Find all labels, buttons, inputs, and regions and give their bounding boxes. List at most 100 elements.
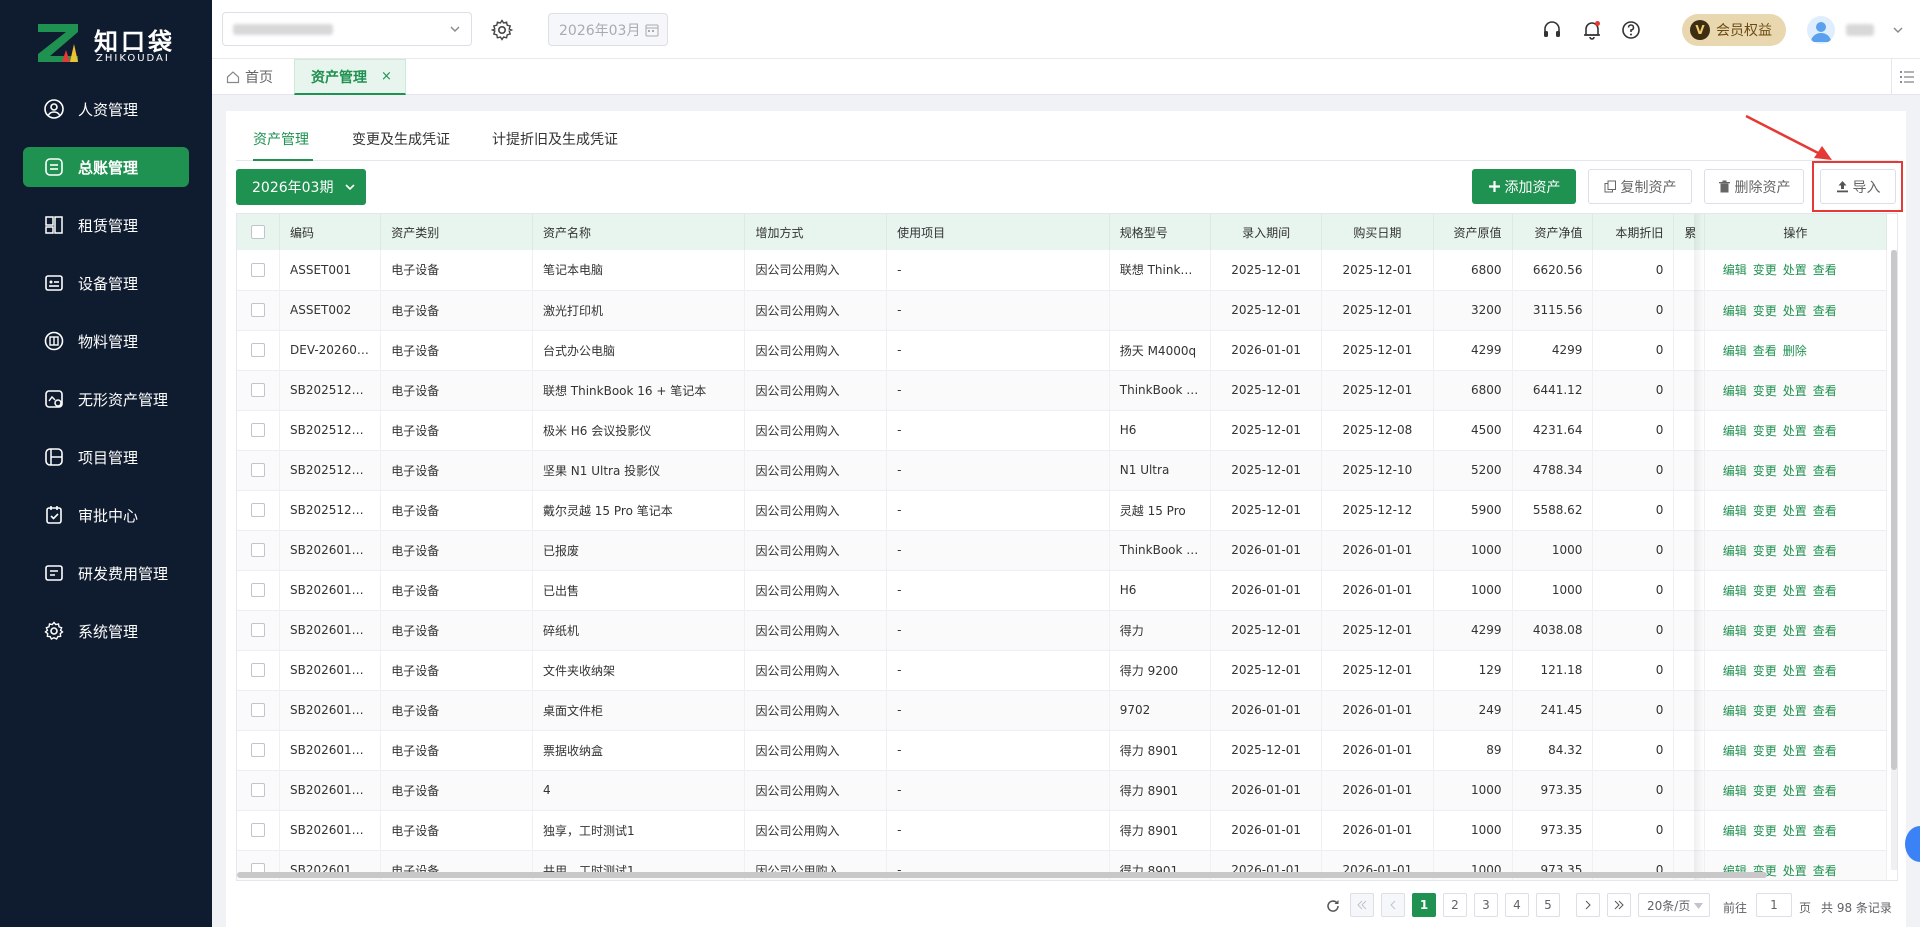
- sidebar-item-approval[interactable]: 审批中心: [23, 495, 189, 535]
- goto-page-input[interactable]: 1: [1756, 893, 1792, 917]
- row-checkbox[interactable]: [237, 730, 280, 771]
- row-action-link[interactable]: 处置: [1783, 584, 1807, 598]
- row-action-link[interactable]: 处置: [1783, 424, 1807, 438]
- column-header-code[interactable]: 编码: [279, 214, 382, 250]
- row-action-link[interactable]: 变更: [1753, 424, 1777, 438]
- select-all-checkbox[interactable]: [237, 214, 280, 250]
- first-page-button[interactable]: [1350, 893, 1374, 917]
- row-checkbox[interactable]: [237, 690, 280, 731]
- add-asset-button[interactable]: 添加资产: [1472, 169, 1576, 204]
- row-action-link[interactable]: 查看: [1813, 584, 1837, 598]
- row-action-link[interactable]: 处置: [1783, 824, 1807, 838]
- tab-asset-management[interactable]: 资产管理 ×: [294, 59, 406, 95]
- help-question-icon[interactable]: [1620, 19, 1642, 41]
- row-action-link[interactable]: 查看: [1813, 744, 1837, 758]
- membership-benefits-button[interactable]: V 会员权益: [1682, 14, 1786, 46]
- row-checkbox[interactable]: [237, 450, 280, 491]
- sidebar-item-lease[interactable]: 租赁管理: [23, 205, 189, 245]
- row-action-link[interactable]: 处置: [1783, 504, 1807, 518]
- page-number-button[interactable]: 5: [1536, 893, 1560, 917]
- row-action-link[interactable]: 查看: [1813, 664, 1837, 678]
- table-row[interactable]: ASSET002 电子设备 激光打印机 因公司公用购入 - 2025-12-01 2025-…: [237, 290, 1888, 331]
- prev-page-button[interactable]: [1381, 893, 1405, 917]
- row-action-link[interactable]: 处置: [1783, 624, 1807, 638]
- table-row[interactable]: SB20260104... 电子设备 票据收纳盒 因公司公用购入 - 得力 8901 202…: [237, 730, 1888, 771]
- row-action-link[interactable]: 处置: [1783, 464, 1807, 478]
- table-row[interactable]: SB20251225... 电子设备 坚果 N1 Ultra 投影仪 因公司公用购入 -…: [237, 450, 1888, 491]
- row-action-link[interactable]: 变更: [1753, 544, 1777, 558]
- table-row[interactable]: SB20260104... 电子设备 文件夹收纳架 因公司公用购入 - 得力 9200 20…: [237, 650, 1888, 691]
- sidebar-item-project[interactable]: 项目管理: [23, 437, 189, 477]
- subtab-change-voucher[interactable]: 变更及生成凭证: [352, 129, 450, 149]
- row-action-link[interactable]: 处置: [1783, 664, 1807, 678]
- row-action-link[interactable]: 编辑: [1723, 784, 1747, 798]
- row-action-link[interactable]: 变更: [1753, 464, 1777, 478]
- row-checkbox[interactable]: [237, 290, 280, 331]
- table-row[interactable]: SB20260104... 电子设备 已出售 因公司公用购入 - H6 2026-01-01…: [237, 570, 1888, 611]
- row-action-link[interactable]: 编辑: [1723, 704, 1747, 718]
- row-action-link[interactable]: 处置: [1783, 304, 1807, 318]
- subtab-asset-management[interactable]: 资产管理: [253, 129, 309, 149]
- column-header-project[interactable]: 使用项目: [886, 214, 1110, 250]
- row-action-link[interactable]: 查看: [1813, 544, 1837, 558]
- table-row[interactable]: SB20260104... 电子设备 碎纸机 因公司公用购入 - 得力 2025-12-01…: [237, 610, 1888, 651]
- table-row[interactable]: SB20260104... 电子设备 已报废 因公司公用购入 - ThinkBook 1.…: [237, 530, 1888, 571]
- row-action-link[interactable]: 查看: [1813, 704, 1837, 718]
- chat-support-bubble[interactable]: [1905, 826, 1920, 862]
- vertical-scrollbar-thumb[interactable]: [1891, 250, 1897, 770]
- copy-asset-button[interactable]: 复制资产: [1588, 169, 1692, 204]
- table-row[interactable]: SB20251225... 电子设备 联想 ThinkBook 16 + 笔记本 因公…: [237, 370, 1888, 411]
- column-header-model[interactable]: 规格型号: [1109, 214, 1211, 250]
- row-action-link[interactable]: 变更: [1753, 664, 1777, 678]
- row-action-link[interactable]: 查看: [1813, 304, 1837, 318]
- sidebar-item-device[interactable]: 设备管理: [23, 263, 189, 303]
- table-row[interactable]: SB20251225... 电子设备 戴尔灵越 15 Pro 笔记本 因公司公用购入 -…: [237, 490, 1888, 531]
- horizontal-scrollbar-thumb[interactable]: [237, 872, 1767, 878]
- row-action-link[interactable]: 变更: [1753, 504, 1777, 518]
- last-page-button[interactable]: [1607, 893, 1631, 917]
- row-action-link[interactable]: 查看: [1813, 624, 1837, 638]
- table-row[interactable]: SB20251225... 电子设备 极米 H6 会议投影仪 因公司公用购入 - H6 20…: [237, 410, 1888, 451]
- brand-logo[interactable]: 知口袋 ZHIKOUDAI: [36, 22, 186, 66]
- column-header-depreciation[interactable]: 本期折旧: [1592, 214, 1675, 250]
- row-action-link[interactable]: 查看: [1813, 424, 1837, 438]
- column-header-name[interactable]: 资产名称: [532, 214, 746, 250]
- sidebar-item-ledger[interactable]: 总账管理: [23, 147, 189, 187]
- page-number-button[interactable]: 4: [1505, 893, 1529, 917]
- row-action-link[interactable]: 编辑: [1723, 744, 1747, 758]
- header-period-field[interactable]: 2026年03月: [548, 13, 668, 46]
- column-header-category[interactable]: 资产类别: [380, 214, 533, 250]
- row-action-link[interactable]: 编辑: [1723, 824, 1747, 838]
- row-action-link[interactable]: 编辑: [1723, 304, 1747, 318]
- row-action-link[interactable]: 编辑: [1723, 624, 1747, 638]
- row-checkbox[interactable]: [237, 370, 280, 411]
- settings-gear-icon[interactable]: [490, 18, 514, 42]
- column-header-entry-period[interactable]: 录入期间: [1210, 214, 1323, 250]
- table-row[interactable]: DEV-202601... 电子设备 台式办公电脑 因公司公用购入 - 扬天 M4000q…: [237, 330, 1888, 371]
- row-action-link[interactable]: 查看: [1813, 824, 1837, 838]
- row-action-link[interactable]: 变更: [1753, 824, 1777, 838]
- row-action-link[interactable]: 处置: [1783, 784, 1807, 798]
- table-row[interactable]: SB20260116... 电子设备 独享，工时测试1 因公司公用购入 - 得力 8901…: [237, 810, 1888, 851]
- row-action-link[interactable]: 编辑: [1723, 384, 1747, 398]
- row-action-link[interactable]: 变更: [1753, 304, 1777, 318]
- period-select[interactable]: 2026年03期: [236, 169, 366, 205]
- table-row[interactable]: ASSET001 电子设备 笔记本电脑 因公司公用购入 - 联想 ThinkB... 202…: [237, 250, 1888, 291]
- row-action-link[interactable]: 查看: [1813, 784, 1837, 798]
- row-action-link[interactable]: 编辑: [1723, 544, 1747, 558]
- row-action-link[interactable]: 查看: [1813, 263, 1837, 277]
- page-size-select[interactable]: 20条/页: [1638, 893, 1710, 917]
- row-checkbox[interactable]: [237, 650, 280, 691]
- row-action-link[interactable]: 删除: [1783, 344, 1807, 358]
- row-action-link[interactable]: 变更: [1753, 263, 1777, 277]
- row-checkbox[interactable]: [237, 530, 280, 571]
- row-action-link[interactable]: 处置: [1783, 263, 1807, 277]
- row-checkbox[interactable]: [237, 610, 280, 651]
- table-row[interactable]: SB20260104... 电子设备 桌面文件柜 因公司公用购入 -9702 2026-0…: [237, 690, 1888, 731]
- row-action-link[interactable]: 变更: [1753, 584, 1777, 598]
- row-checkbox[interactable]: [237, 410, 280, 451]
- headset-support-icon[interactable]: [1541, 19, 1563, 41]
- list-menu-icon[interactable]: [1898, 68, 1916, 86]
- close-icon[interactable]: ×: [381, 69, 392, 84]
- row-action-link[interactable]: 查看: [1813, 504, 1837, 518]
